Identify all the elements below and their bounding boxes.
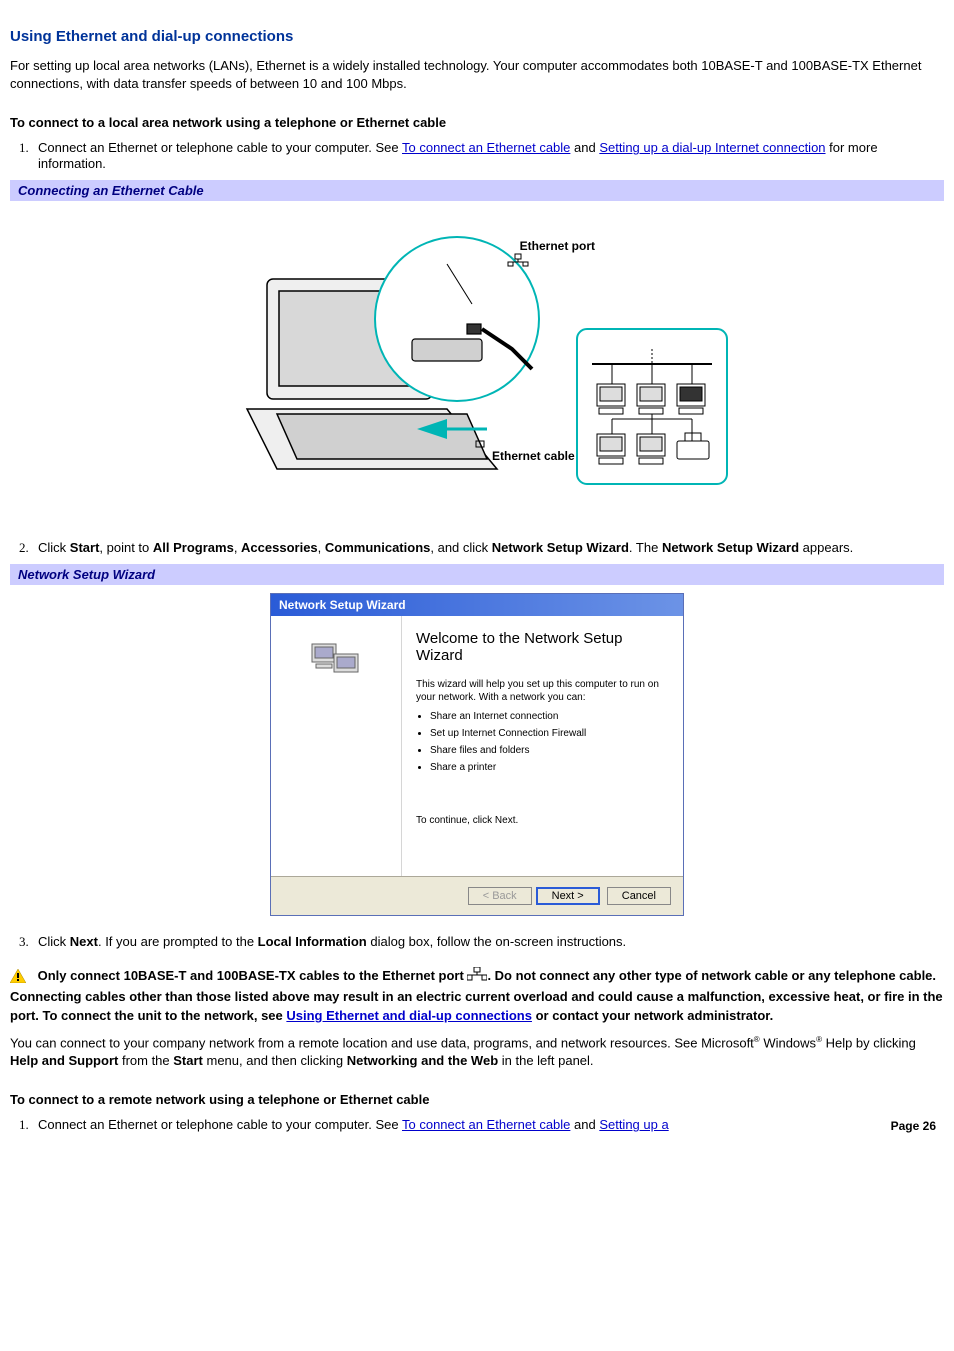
intro-paragraph: For setting up local area networks (LANs… <box>10 57 944 93</box>
wizard-continue-text: To continue, click Next. <box>416 814 667 827</box>
step-2: Click Start, point to All Programs, Acce… <box>32 540 944 556</box>
wizard-sidebar <box>271 616 402 876</box>
wizard-back-button: < Back <box>468 887 532 905</box>
page-number: Page 26 <box>891 1119 936 1133</box>
step-3: Click Next. If you are prompted to the L… <box>32 934 944 950</box>
wizard-bullet: Share an Internet connection <box>430 710 667 723</box>
label-ethernet-cable: Ethernet cable <box>492 449 575 463</box>
figure-network-setup-wizard: Network Setup Wizard Welcome to the Netw… <box>270 593 684 916</box>
wizard-bullet: Share a printer <box>430 761 667 774</box>
ethernet-port-icon <box>467 967 487 987</box>
ethernet-port-icon <box>507 253 608 317</box>
wizard-cancel-button[interactable]: Cancel <box>607 887 671 905</box>
link-to-connect-ethernet[interactable]: To connect an Ethernet cable <box>402 140 570 155</box>
wizard-intro-text: This wizard will help you set up this co… <box>416 678 667 704</box>
bold-help-and-support: Help and Support <box>10 1053 118 1068</box>
subheading-remote-network: To connect to a remote network using a t… <box>10 1092 944 1107</box>
bold-network-setup-wizard-2: Network Setup Wizard <box>662 540 799 555</box>
bold-network-setup-wizard: Network Setup Wizard <box>492 540 629 555</box>
bold-networking-and-web: Networking and the Web <box>347 1053 498 1068</box>
remote-step-1: Connect an Ethernet or telephone cable t… <box>32 1117 944 1133</box>
link-setting-up-a[interactable]: Setting up a <box>599 1117 668 1132</box>
bold-start-menu: Start <box>173 1053 203 1068</box>
bold-all-programs: All Programs <box>153 540 234 555</box>
link-using-ethernet-dialup[interactable]: Using Ethernet and dial-up connections <box>286 1008 532 1023</box>
link-to-connect-ethernet-2[interactable]: To connect an Ethernet cable <box>402 1117 570 1132</box>
remote-connection-paragraph: You can connect to your company network … <box>10 1034 944 1071</box>
bold-next: Next <box>70 934 98 949</box>
wizard-bullet: Share files and folders <box>430 744 667 757</box>
network-devices-icon <box>306 634 366 684</box>
figure-ethernet-cable: Ethernet port Ethernet cable <box>10 209 944 522</box>
step1-text-b: and <box>570 140 599 155</box>
bold-communications: Communications <box>325 540 430 555</box>
wizard-bullet-list: Share an Internet connection Set up Inte… <box>416 710 667 774</box>
subheading-local-network: To connect to a local area network using… <box>10 115 944 130</box>
warning-paragraph: Only connect 10BASE-T and 100BASE-TX cab… <box>10 966 944 1025</box>
bold-local-information: Local Information <box>258 934 367 949</box>
step1-text-a: Connect an Ethernet or telephone cable t… <box>38 140 402 155</box>
warning-icon <box>10 969 26 983</box>
step-1: Connect an Ethernet or telephone cable t… <box>32 140 944 172</box>
bold-accessories: Accessories <box>241 540 318 555</box>
wizard-bullet: Set up Internet Connection Firewall <box>430 727 667 740</box>
caption-connecting-ethernet: Connecting an Ethernet Cable <box>10 180 944 201</box>
bold-start: Start <box>70 540 100 555</box>
section-heading: Using Ethernet and dial-up connections <box>10 28 944 45</box>
wizard-next-button[interactable]: Next > <box>536 887 600 905</box>
label-ethernet-port: Ethernet port <box>507 239 608 317</box>
link-setting-up-dialup[interactable]: Setting up a dial-up Internet connection <box>599 140 825 155</box>
wizard-welcome-heading: Welcome to the Network Setup Wizard <box>416 630 667 664</box>
caption-network-setup-wizard: Network Setup Wizard <box>10 564 944 585</box>
wizard-titlebar: Network Setup Wizard <box>271 594 683 616</box>
